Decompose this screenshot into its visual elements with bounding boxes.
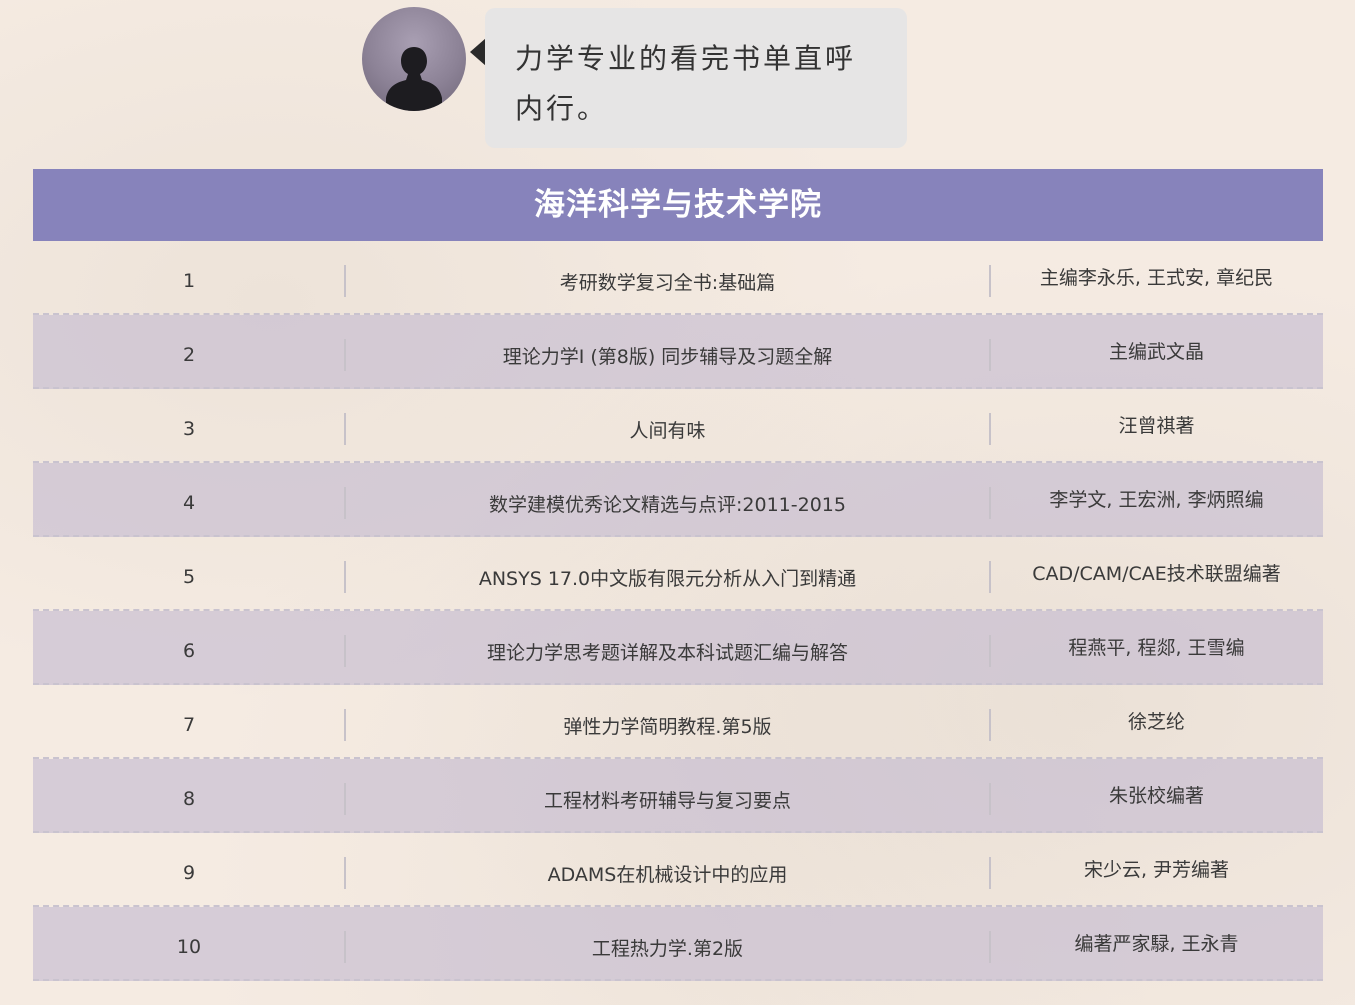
row-number: 2 xyxy=(182,344,196,366)
person-silhouette-icon xyxy=(386,47,442,111)
book-author: 汪曾祺著 xyxy=(1118,415,1195,437)
row-number: 9 xyxy=(182,862,196,884)
book-author: 编著严家騄, 王永青 xyxy=(1074,933,1239,955)
row-number: 1 xyxy=(182,270,196,292)
book-author: CAD/CAM/CAE技术联盟编著 xyxy=(1032,563,1281,585)
book-author: 主编李永乐, 王式安, 章纪民 xyxy=(1039,267,1274,289)
chat-message: 力学专业的看完书单直呼内行。 xyxy=(515,42,857,125)
table-row: 10 工程热力学.第2版 编著严家騄, 王永青 xyxy=(33,907,1323,981)
row-number: 3 xyxy=(182,418,196,440)
book-author: 朱张校编著 xyxy=(1108,785,1204,807)
college-banner: 海洋科学与技术学院 xyxy=(33,169,1323,241)
chat-bubble: 力学专业的看完书单直呼内行。 xyxy=(485,8,907,148)
book-title: ANSYS 17.0中文版有限元分析从入门到精通 xyxy=(478,567,857,590)
row-number: 7 xyxy=(182,714,196,736)
table-row: 4 数学建模优秀论文精选与点评:2011-2015 李学文, 王宏洲, 李炳照编 xyxy=(33,463,1323,537)
row-number: 5 xyxy=(182,566,196,588)
table-row: 5 ANSYS 17.0中文版有限元分析从入门到精通 CAD/CAM/CAE技术… xyxy=(33,537,1323,611)
book-title: 人间有味 xyxy=(629,419,706,442)
book-list-table: 1 考研数学复习全书:基础篇 主编李永乐, 王式安, 章纪民 2 理论力学I (… xyxy=(33,241,1323,981)
table-row: 2 理论力学I (第8版) 同步辅导及习题全解 主编武文晶 xyxy=(33,315,1323,389)
book-title: 工程热力学.第2版 xyxy=(591,937,744,960)
table-row: 6 理论力学思考题详解及本科试题汇编与解答 程燕平, 程郯, 王雪编 xyxy=(33,611,1323,685)
row-number: 10 xyxy=(176,936,202,958)
book-title: 弹性力学简明教程.第5版 xyxy=(563,715,772,738)
table-row: 9 ADAMS在机械设计中的应用 宋少云, 尹芳编著 xyxy=(33,833,1323,907)
table-row: 3 人间有味 汪曾祺著 xyxy=(33,389,1323,463)
row-number: 4 xyxy=(182,492,196,514)
book-title: 理论力学I (第8版) 同步辅导及习题全解 xyxy=(502,345,833,368)
book-title: 考研数学复习全书:基础篇 xyxy=(559,271,776,294)
row-number: 8 xyxy=(182,788,196,810)
row-number: 6 xyxy=(182,640,196,662)
book-title: 理论力学思考题详解及本科试题汇编与解答 xyxy=(486,641,848,664)
book-title: ADAMS在机械设计中的应用 xyxy=(547,863,788,886)
book-title: 工程材料考研辅导与复习要点 xyxy=(543,789,791,812)
table-row: 1 考研数学复习全书:基础篇 主编李永乐, 王式安, 章纪民 xyxy=(33,241,1323,315)
book-author: 徐芝纶 xyxy=(1127,711,1185,733)
book-title: 数学建模优秀论文精选与点评:2011-2015 xyxy=(489,493,846,516)
book-author: 李学文, 王宏洲, 李炳照编 xyxy=(1049,489,1264,511)
table-row: 8 工程材料考研辅导与复习要点 朱张校编著 xyxy=(33,759,1323,833)
book-author: 程燕平, 程郯, 王雪编 xyxy=(1068,637,1245,659)
college-title: 海洋科学与技术学院 xyxy=(534,187,822,223)
book-author: 宋少云, 尹芳编著 xyxy=(1083,859,1230,881)
user-avatar[interactable] xyxy=(362,7,466,111)
book-author: 主编武文晶 xyxy=(1108,341,1204,363)
table-row: 7 弹性力学简明教程.第5版 徐芝纶 xyxy=(33,685,1323,759)
bubble-pointer xyxy=(470,38,486,66)
